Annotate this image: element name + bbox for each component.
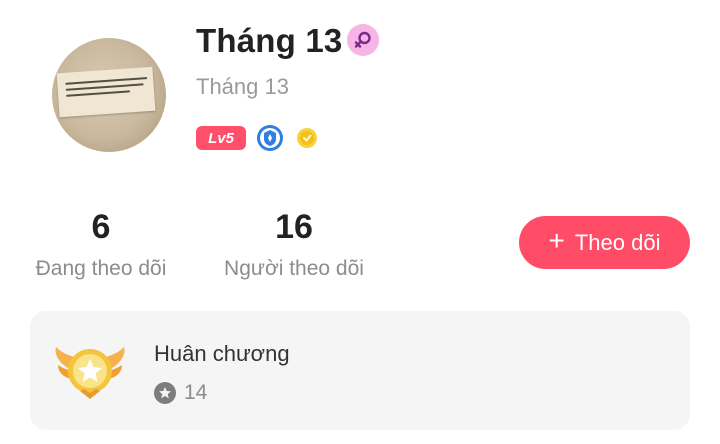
plus-icon: + [548,225,565,256]
level-badge[interactable]: Lv5 [196,126,246,150]
username: Tháng 13 [196,74,289,99]
avatar-image [56,66,156,118]
follow-button[interactable]: + Theo dõi [519,216,690,269]
medal-title: Huân chương [154,341,290,366]
avatar[interactable] [52,38,166,152]
medal-card[interactable]: Huân chương 14 [30,311,690,430]
medal-count: 14 [184,381,208,404]
gold-coin-badge-icon[interactable] [296,127,318,149]
following-label[interactable]: Đang theo dõi [1,257,201,281]
winged-medal-icon [52,335,128,407]
female-icon [347,24,379,56]
following-count[interactable]: 6 [21,208,181,247]
shield-badge-icon[interactable] [256,124,284,152]
medal-count-icon [154,382,176,404]
profile-page: Tháng 13 Tháng 13 Lv5 6 Đang theo dõi 16… [0,0,720,444]
display-name: Tháng 13 [196,22,343,59]
followers-label[interactable]: Người theo dõi [194,257,394,281]
followers-count[interactable]: 16 [214,208,374,247]
follow-button-label: Theo dõi [574,229,661,255]
